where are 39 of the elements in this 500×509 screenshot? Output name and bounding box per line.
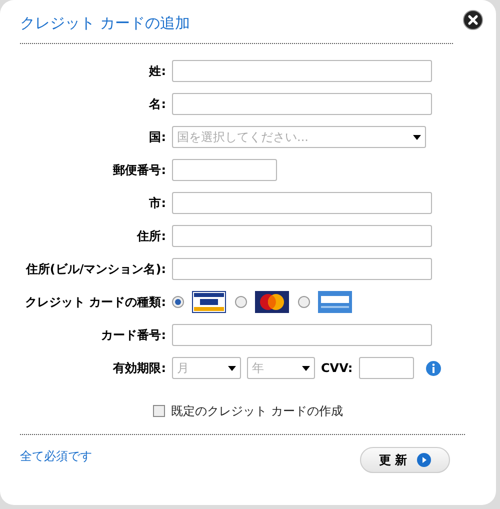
- mastercard-icon: [255, 291, 289, 313]
- radio-button[interactable]: [172, 296, 184, 308]
- field-label: 住所:: [136, 228, 167, 245]
- text-field[interactable]: [172, 192, 432, 214]
- info-icon[interactable]: [426, 360, 441, 376]
- country-dropdown[interactable]: 国を選択してください...: [172, 126, 426, 148]
- field-label: カード番号:: [100, 327, 167, 344]
- field-label: 国:: [148, 129, 167, 146]
- field-label: 有効期限:: [112, 360, 167, 377]
- field-label: 名:: [148, 96, 167, 113]
- text-field[interactable]: [172, 225, 432, 247]
- caret-icon: [302, 366, 310, 370]
- field-label: クレジット カードの種類:: [24, 294, 167, 311]
- update-button[interactable]: 更 新: [360, 446, 450, 472]
- cvv-field[interactable]: [358, 357, 414, 379]
- dialog-title: クレジット カードの追加: [20, 13, 190, 34]
- close-icon[interactable]: [463, 10, 483, 30]
- checkbox-label: 既定のクレジット カードの作成: [171, 402, 343, 420]
- field-label: 住所(ビル/マンション名):: [24, 261, 167, 278]
- month-dropdown[interactable]: 月: [172, 357, 241, 379]
- radio-button[interactable]: [298, 296, 310, 308]
- text-field[interactable]: [172, 324, 432, 346]
- amex-card-icon: [318, 291, 352, 313]
- field-label: 郵便番号:: [112, 162, 167, 179]
- field-label: 市:: [148, 195, 167, 212]
- text-field[interactable]: [172, 93, 432, 115]
- caret-icon: [413, 134, 421, 140]
- year-dropdown[interactable]: 年: [247, 357, 315, 379]
- cvv-label: CVV:: [321, 360, 353, 377]
- radio-button[interactable]: [235, 296, 247, 308]
- text-field[interactable]: [172, 258, 432, 280]
- field-label: 姓:: [148, 63, 167, 80]
- postal-code-field[interactable]: [172, 159, 277, 181]
- caret-icon: [228, 366, 236, 370]
- text-field[interactable]: [172, 60, 432, 82]
- checkbox[interactable]: [153, 404, 166, 416]
- required-note-link[interactable]: 全て必須です: [20, 446, 92, 464]
- visa-card-icon: [192, 291, 226, 313]
- play-icon: [417, 452, 432, 466]
